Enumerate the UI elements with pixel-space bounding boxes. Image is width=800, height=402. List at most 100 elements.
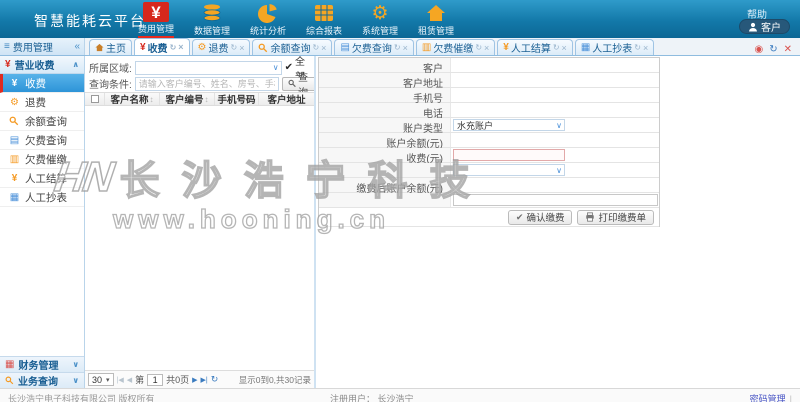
tab-close-icon[interactable]: × xyxy=(321,43,326,53)
area-filter-row: 所属区域: ∨ ✔ 全部 xyxy=(89,60,314,75)
print-receipt-button[interactable]: 打印缴费单 xyxy=(577,210,654,225)
nav-item-statistics[interactable]: 统计分析 xyxy=(240,0,296,38)
tab-close-icon[interactable]: × xyxy=(484,43,489,53)
page-number-input[interactable] xyxy=(147,374,163,386)
chevron-down-icon: ∨ xyxy=(273,63,281,72)
briefcase-icon: ▥ xyxy=(422,42,431,53)
col-customer-name[interactable]: 客户名称↕ xyxy=(105,93,160,105)
sidebar-item-manual-reading[interactable]: ▦ 人工抄表 xyxy=(0,188,84,207)
collapse-left-icon[interactable]: « xyxy=(74,41,80,52)
form-row-payment-method: ∨ xyxy=(319,163,659,178)
nav-item-expense-management[interactable]: ¥ 费用管理 xyxy=(128,0,184,38)
form-row-remark xyxy=(319,193,659,208)
sidebar-collapse-header[interactable]: ≡ 费用管理 « xyxy=(0,38,85,55)
yen-icon: ¥ xyxy=(143,2,169,22)
tab-refresh-icon[interactable]: ↻ xyxy=(634,43,641,52)
tab-refund[interactable]: ⚙ 退费 ↻ × xyxy=(192,39,251,55)
refresh-icon[interactable]: ↻ xyxy=(211,374,219,385)
tab-close-icon[interactable]: × xyxy=(562,43,567,53)
col-mobile[interactable]: 手机号码 xyxy=(215,93,259,105)
payment-method-select[interactable]: ∨ xyxy=(453,164,565,176)
tab-refresh-icon[interactable]: ↻ xyxy=(553,43,560,52)
confirm-payment-button[interactable]: ✔ 确认缴费 xyxy=(508,210,573,225)
sidebar: ¥ 营业收费 ∧ ¥ 收费 ⚙ 退费 余额查询 ▤ 欠费查询 ▥ xyxy=(0,56,85,388)
pagination-summary: 显示0到0,共30记录 xyxy=(239,374,311,386)
sidebar-item-charge[interactable]: ¥ 收费 xyxy=(0,74,84,93)
tab-manual-reading[interactable]: ▦ 人工抄表 ↻ × xyxy=(575,39,654,55)
list-icon: ▦ xyxy=(581,42,590,53)
col-customer-id[interactable]: 客户编号↕ xyxy=(160,93,215,105)
yen-icon: ¥ xyxy=(140,42,146,53)
close-all-icon[interactable]: ✕ xyxy=(784,44,792,55)
tab-home[interactable]: 主页 xyxy=(89,39,132,55)
tab-close-icon[interactable]: × xyxy=(239,43,244,53)
pagination-bar: 30 ▾ |◀ ◀ 第 共0页 ▶ ▶| ↻ 显示0到0,共30记录 xyxy=(85,370,314,388)
briefcase-icon: ▥ xyxy=(9,154,20,165)
sidebar-section-business-charge[interactable]: ¥ 营业收费 ∧ xyxy=(0,56,84,74)
tab-refresh-icon[interactable]: ↻ xyxy=(312,43,319,52)
table-grid-icon xyxy=(311,2,337,24)
charge-amount-input[interactable] xyxy=(453,149,565,161)
sidebar-section-finance[interactable]: ▦ 财务管理 ∨ xyxy=(0,356,84,372)
tab-refresh-icon[interactable]: ↻ xyxy=(475,43,482,52)
select-all-checkbox[interactable] xyxy=(85,93,105,105)
tab-arrears-reminder[interactable]: ▥ 欠费催缴 ↻ × xyxy=(416,39,495,55)
remark-input[interactable] xyxy=(453,194,658,206)
search-icon xyxy=(288,79,296,88)
tab-manual-settlement[interactable]: ¥ 人工结算 ↻ × xyxy=(497,39,573,55)
gear-icon: ⚙ xyxy=(367,2,393,24)
tab-refresh-icon[interactable]: ↻ xyxy=(170,43,177,52)
sidebar-item-balance-query[interactable]: 余额查询 xyxy=(0,112,84,131)
page-size-select[interactable]: 30 ▾ xyxy=(88,373,114,386)
sidebar-item-manual-settlement[interactable]: ¥ 人工结算 xyxy=(0,169,84,188)
chevron-down-icon[interactable]: ∨ xyxy=(73,376,80,385)
tab-charge[interactable]: ¥ 收费 ↻ × xyxy=(134,38,190,55)
nav-item-system[interactable]: ⚙ 系统管理 xyxy=(352,0,408,38)
next-page-button[interactable]: ▶ xyxy=(192,376,197,384)
tab-close-icon[interactable]: × xyxy=(643,43,648,53)
chevron-down-icon[interactable]: ∨ xyxy=(73,360,80,369)
sort-icon: ↕ xyxy=(205,95,209,104)
sidebar-item-arrears-query[interactable]: ▤ 欠费查询 xyxy=(0,131,84,150)
home-icon xyxy=(423,2,449,24)
tab-arrears-query[interactable]: ▤ 欠费查询 ↻ × xyxy=(334,39,413,55)
pie-chart-icon xyxy=(255,2,281,24)
customer-query-panel: 所属区域: ∨ ✔ 全部 查询条件: 查询 xyxy=(85,56,314,388)
chevron-up-icon[interactable]: ∧ xyxy=(73,60,80,69)
nav-item-lease[interactable]: 租赁管理 xyxy=(408,0,464,38)
area-select[interactable]: ∨ xyxy=(135,61,282,75)
form-row-customer-address: 客户地址 xyxy=(319,73,659,88)
form-row-customer: 客户 xyxy=(319,58,659,73)
tab-close-icon[interactable]: × xyxy=(178,42,183,52)
sidebar-item-arrears-reminder[interactable]: ▥ 欠费催缴 xyxy=(0,150,84,169)
form-row-phone: 电话 xyxy=(319,103,659,118)
tab-options-icon[interactable]: ◉ xyxy=(754,44,763,55)
charge-form-panel: 客户 客户地址 手机号 电话 账户类型 水充账户 ∨ xyxy=(314,56,800,388)
prev-page-button[interactable]: ◀ xyxy=(127,376,132,384)
last-page-button[interactable]: ▶| xyxy=(201,376,208,384)
area-label: 所属区域: xyxy=(89,60,132,75)
gear-icon: ⚙ xyxy=(9,97,20,108)
refresh-icon[interactable]: ↻ xyxy=(769,44,777,55)
search-input[interactable] xyxy=(135,77,279,91)
tab-actions: ◉ ↻ ✕ xyxy=(754,44,800,55)
sort-icon: ↕ xyxy=(150,95,154,104)
nav-item-data-management[interactable]: 数据管理 xyxy=(184,0,240,38)
password-management-link[interactable]: 密码管理| xyxy=(750,392,792,402)
col-address[interactable]: 客户地址 xyxy=(259,93,314,105)
user-button[interactable]: 客户 xyxy=(739,19,790,34)
menu-title: 费用管理 xyxy=(13,39,53,54)
first-page-button[interactable]: |◀ xyxy=(117,376,124,384)
form-row-mobile: 手机号 xyxy=(319,88,659,103)
status-bar: 长沙浩宁电子科技有限公司 版权所有 注册用户： 长沙浩宁 密码管理| xyxy=(0,388,800,402)
sidebar-item-refund[interactable]: ⚙ 退费 xyxy=(0,93,84,112)
account-type-select[interactable]: 水充账户 ∨ xyxy=(453,119,565,131)
nav-item-reports[interactable]: 综合报表 xyxy=(296,0,352,38)
tab-refresh-icon[interactable]: ↻ xyxy=(394,43,401,52)
sidebar-section-business-query[interactable]: 业务查询 ∨ xyxy=(0,372,84,388)
printer-icon xyxy=(585,212,595,222)
charge-form: 客户 客户地址 手机号 电话 账户类型 水充账户 ∨ xyxy=(318,57,660,227)
form-buttons-row: ✔ 确认缴费 打印缴费单 xyxy=(319,208,659,227)
tab-close-icon[interactable]: × xyxy=(403,43,408,53)
tab-refresh-icon[interactable]: ↻ xyxy=(231,43,238,52)
